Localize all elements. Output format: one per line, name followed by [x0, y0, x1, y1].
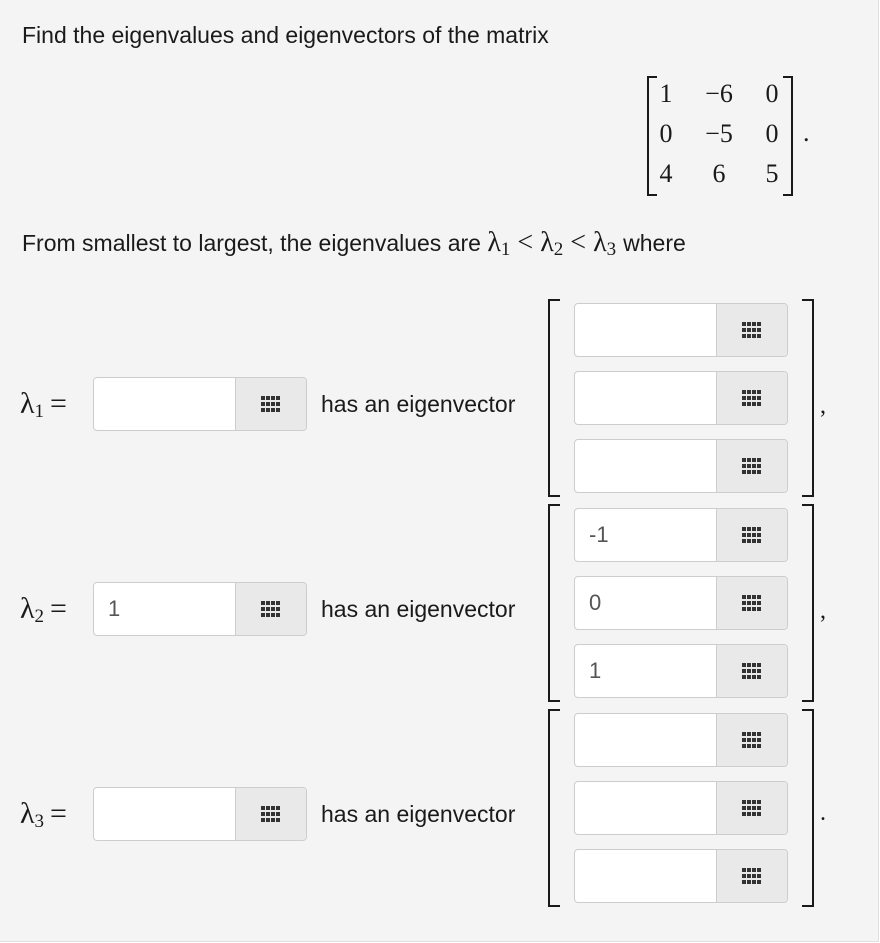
vector-2-left-bracket: [548, 504, 560, 702]
order-suffix: where: [623, 230, 686, 256]
eigenvector-2-component-1-input[interactable]: -1: [574, 508, 788, 562]
matrix-cell: 0: [659, 119, 673, 148]
lambda-3-label: λ3 =: [20, 797, 67, 832]
math-palette-button[interactable]: [716, 645, 787, 697]
grid-keypad-icon: [742, 732, 762, 748]
given-matrix: 1 −6 0 0 −5 0 4 6 5: [647, 76, 793, 196]
eigenvector-3-label: has an eigenvector: [321, 801, 516, 827]
math-palette-button[interactable]: [235, 378, 306, 430]
row-2-punctuation: ,: [820, 598, 826, 624]
math-palette-button[interactable]: [716, 714, 787, 766]
eigenvector-1-component-1-input[interactable]: [574, 303, 788, 357]
eigenvector-1-component-3-input[interactable]: [574, 439, 788, 493]
row-1-punctuation: ,: [820, 393, 826, 419]
eigenvalue-3-input[interactable]: [93, 787, 307, 841]
grid-keypad-icon: [742, 458, 762, 474]
eigenvector-1-label: has an eigenvector: [321, 391, 516, 417]
row-3-punctuation: .: [820, 800, 826, 826]
vector-3-right-bracket: [802, 709, 814, 907]
grid-keypad-icon: [742, 322, 762, 338]
eigenvector-3-component-2-input[interactable]: [574, 781, 788, 835]
eigenvalue-1-input[interactable]: [93, 377, 307, 431]
question-panel: Find the eigenvalues and eigenvectors of…: [0, 0, 879, 942]
matrix-cell: 5: [765, 159, 779, 188]
matrix-period: .: [803, 118, 810, 147]
matrix-cell: 0: [765, 79, 779, 108]
matrix-cell: −5: [705, 119, 733, 148]
matrix-cell: 4: [659, 159, 673, 188]
eigenvector-2-label: has an eigenvector: [321, 596, 516, 622]
math-palette-button[interactable]: [716, 782, 787, 834]
grid-keypad-icon: [742, 800, 762, 816]
grid-keypad-icon: [742, 390, 762, 406]
grid-keypad-icon: [261, 601, 281, 617]
vector-1-right-bracket: [802, 299, 814, 497]
eigenvector-3-component-1-input[interactable]: [574, 713, 788, 767]
order-prefix: From smallest to largest, the eigenvalue…: [22, 230, 481, 256]
matrix-cell: 1: [659, 79, 673, 108]
lambda-1-label: λ1 =: [20, 387, 67, 422]
grid-keypad-icon: [742, 595, 762, 611]
question-intro: Find the eigenvalues and eigenvectors of…: [22, 22, 549, 48]
grid-keypad-icon: [742, 868, 762, 884]
eigenvector-2-component-2-input[interactable]: 0: [574, 576, 788, 630]
eigenvalue-2-input[interactable]: 1: [93, 582, 307, 636]
grid-keypad-icon: [742, 527, 762, 543]
vector-2-right-bracket: [802, 504, 814, 702]
math-palette-button[interactable]: [716, 577, 787, 629]
grid-keypad-icon: [261, 806, 281, 822]
eigenvalue-order-statement: From smallest to largest, the eigenvalue…: [22, 228, 686, 265]
math-palette-button[interactable]: [716, 850, 787, 902]
grid-keypad-icon: [261, 396, 281, 412]
vector-3-left-bracket: [548, 709, 560, 907]
math-palette-button[interactable]: [235, 583, 306, 635]
order-inequality: λ1 < λ2 < λ3: [487, 227, 617, 261]
eigenvector-2-component-3-input[interactable]: 1: [574, 644, 788, 698]
math-palette-button[interactable]: [716, 440, 787, 492]
grid-keypad-icon: [742, 663, 762, 679]
math-palette-button[interactable]: [716, 509, 787, 561]
math-palette-button[interactable]: [235, 788, 306, 840]
math-palette-button[interactable]: [716, 304, 787, 356]
matrix-cell: −6: [705, 79, 733, 108]
matrix-cell: 6: [712, 159, 726, 188]
matrix-cell: 0: [765, 119, 779, 148]
eigenvector-3-component-3-input[interactable]: [574, 849, 788, 903]
vector-1-left-bracket: [548, 299, 560, 497]
lambda-2-label: λ2 =: [20, 592, 67, 627]
eigenvector-1-component-2-input[interactable]: [574, 371, 788, 425]
math-palette-button[interactable]: [716, 372, 787, 424]
